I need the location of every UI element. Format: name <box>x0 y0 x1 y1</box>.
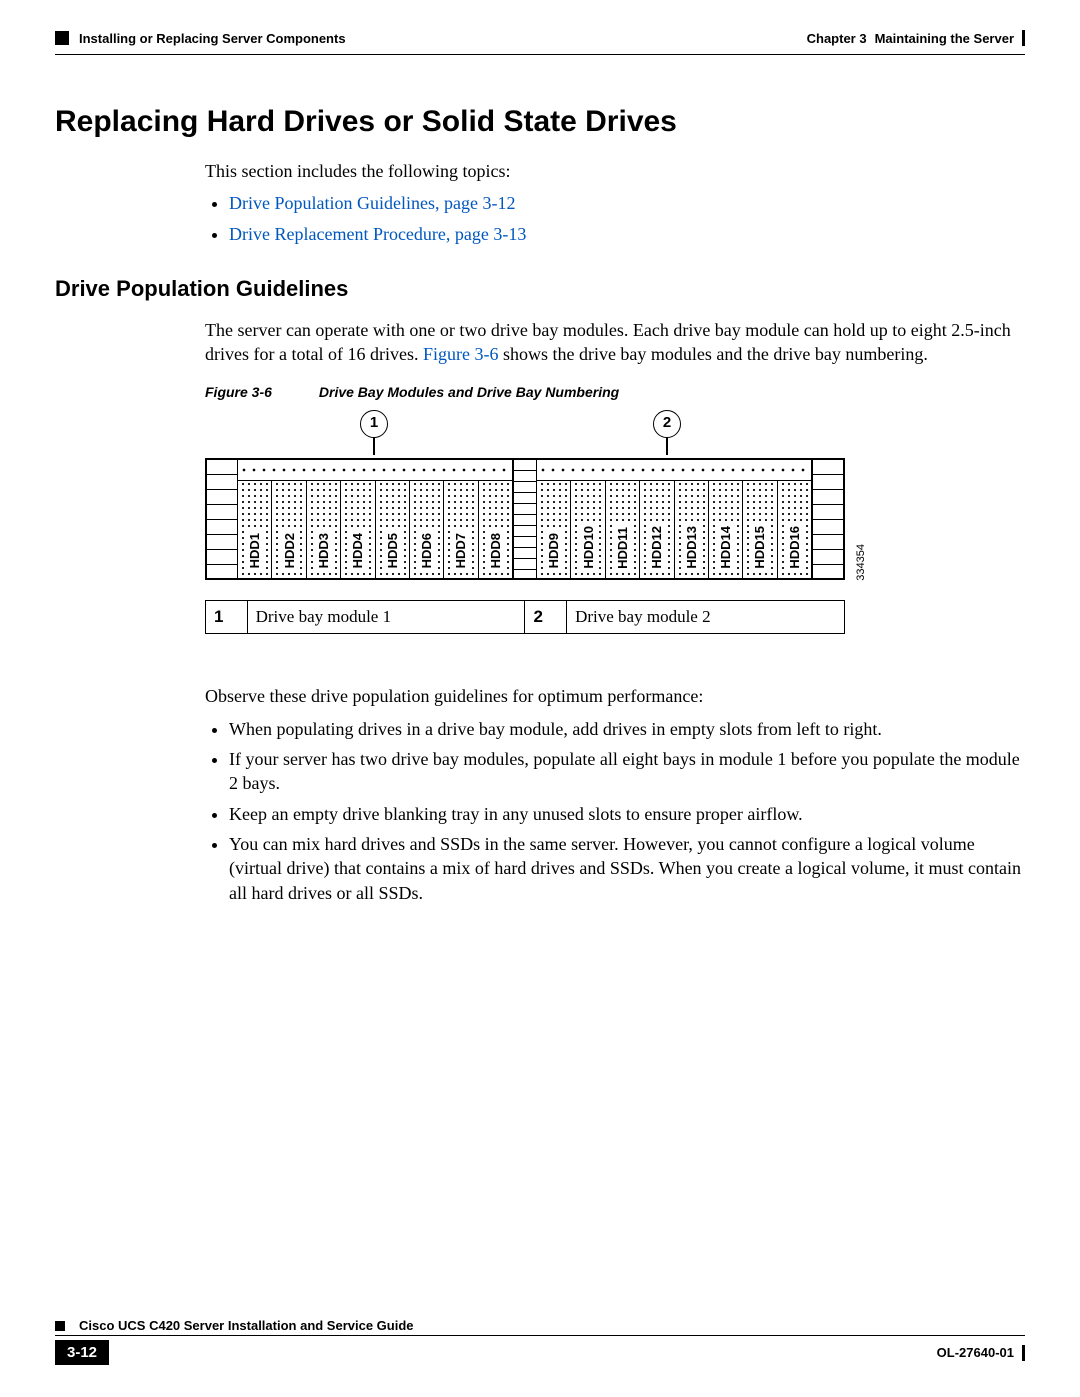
footer-guide-title: Cisco UCS C420 Server Installation and S… <box>79 1318 414 1333</box>
guidelines-list: When populating drives in a drive bay mo… <box>205 717 1025 905</box>
callout-2: 2 <box>653 410 681 438</box>
header-chapter-label: Chapter 3 <box>807 31 867 46</box>
footer-rule-icon <box>1022 1345 1025 1361</box>
page-title: Replacing Hard Drives or Solid State Dri… <box>55 105 1025 139</box>
figure-legend-table: 1 Drive bay module 1 2 Drive bay module … <box>205 600 845 634</box>
topic-links-list: Drive Population Guidelines, page 3-12 D… <box>205 191 1025 246</box>
hdd-label: HDD1 <box>247 529 262 572</box>
intro-text: This section includes the following topi… <box>205 159 1025 183</box>
footer-marker-icon <box>55 1321 65 1331</box>
drive-module-1: HDD1 HDD2 HDD3 HDD4 HDD5 HDD6 HDD7 HDD8 <box>238 460 513 578</box>
hdd-label: HDD2 <box>282 529 297 572</box>
hdd-label: HDD11 <box>615 523 630 573</box>
hdd-label: HDD16 <box>787 522 802 573</box>
hdd-label: HDD7 <box>453 529 468 572</box>
guidelines-intro-para: The server can operate with one or two d… <box>205 318 1025 367</box>
figure-id: 334354 <box>855 544 867 581</box>
hdd-label: HDD15 <box>752 522 767 573</box>
list-item: Drive Population Guidelines, page 3-12 <box>229 191 1025 215</box>
callout-line-icon <box>666 437 668 455</box>
hdd-label: HDD10 <box>581 522 596 573</box>
page-number: 3-12 <box>55 1340 109 1365</box>
page-footer: Cisco UCS C420 Server Installation and S… <box>55 1318 1025 1365</box>
figure-xref-link[interactable]: Figure 3-6 <box>423 344 499 364</box>
hdd-label: HDD4 <box>350 529 365 572</box>
figure-label: Figure 3-6 <box>205 384 315 400</box>
callout-1: 1 <box>360 410 388 438</box>
header-marker-icon <box>55 31 69 45</box>
header-rule-icon <box>1022 30 1025 46</box>
figure-title: Drive Bay Modules and Drive Bay Numberin… <box>319 384 619 400</box>
figure-diagram: 1 2 HDD1 HDD2 HDD3 HDD4 HDD5 HDD6 HD <box>205 410 845 580</box>
drive-module-2: HDD9 HDD10 HDD11 HDD12 HDD13 HDD14 HDD15… <box>537 460 812 578</box>
topic-link-procedure[interactable]: Drive Replacement Procedure, page 3-13 <box>229 224 526 244</box>
subsection-heading: Drive Population Guidelines <box>55 276 1025 302</box>
table-row: 1 Drive bay module 1 2 Drive bay module … <box>206 601 845 634</box>
para-text-b: shows the drive bay modules and the driv… <box>498 344 927 364</box>
chassis-diagram: HDD1 HDD2 HDD3 HDD4 HDD5 HDD6 HDD7 HDD8 … <box>205 458 845 580</box>
chassis-ear-right <box>812 460 843 578</box>
hdd-label: HDD8 <box>488 529 503 572</box>
legend-num: 1 <box>206 601 248 634</box>
list-item: You can mix hard drives and SSDs in the … <box>229 832 1025 905</box>
header-chapter-title: Maintaining the Server <box>875 31 1014 46</box>
list-item: When populating drives in a drive bay mo… <box>229 717 1025 741</box>
list-item: Keep an empty drive blanking tray in any… <box>229 802 1025 826</box>
hdd-label: HDD5 <box>385 529 400 572</box>
hdd-label: HDD9 <box>546 529 561 572</box>
chassis-ear-left <box>207 460 238 578</box>
header-section-label: Installing or Replacing Server Component… <box>79 31 346 46</box>
legend-desc: Drive bay module 2 <box>567 601 845 634</box>
hdd-label: HDD14 <box>718 522 733 573</box>
hdd-label: HDD6 <box>419 529 434 572</box>
list-item: If your server has two drive bay modules… <box>229 747 1025 796</box>
hdd-label: HDD13 <box>684 522 699 573</box>
hdd-label: HDD12 <box>649 522 664 573</box>
chassis-center-column <box>513 460 537 578</box>
header-hrule <box>55 54 1025 55</box>
hdd-label: HDD3 <box>316 529 331 572</box>
callout-line-icon <box>373 437 375 455</box>
footer-hrule <box>55 1335 1025 1336</box>
legend-desc: Drive bay module 1 <box>247 601 525 634</box>
observe-intro: Observe these drive population guideline… <box>205 684 1025 708</box>
topic-link-guidelines[interactable]: Drive Population Guidelines, page 3-12 <box>229 193 515 213</box>
page-header: Installing or Replacing Server Component… <box>55 30 1025 46</box>
legend-num: 2 <box>525 601 567 634</box>
list-item: Drive Replacement Procedure, page 3-13 <box>229 222 1025 246</box>
doc-number: OL-27640-01 <box>937 1345 1014 1360</box>
figure-caption: Figure 3-6 Drive Bay Modules and Drive B… <box>205 384 1025 400</box>
